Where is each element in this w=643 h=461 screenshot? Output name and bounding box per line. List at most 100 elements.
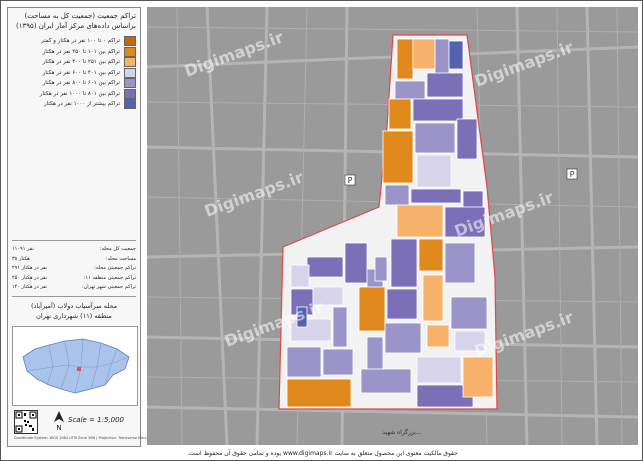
parcel	[396, 38, 414, 80]
stat-row: ۱۱۰۹۱ نفر جمعیت کل محله:	[12, 246, 136, 256]
legend-label: تراکم بین ۱۰۱ تا ۲۵۰ نفر در هکتار	[42, 48, 120, 55]
legend-swatch	[124, 57, 136, 68]
density-legend: تراکم ۰ تا ۱۰۰ نفر در هکتار و کمتر تراکم …	[12, 36, 136, 110]
stat-value: ۱۱۰۹۱ نفر	[12, 246, 34, 252]
legend-label: تراکم بین ۶۰۱ تا ۸۰۰ نفر در هکتار	[42, 80, 120, 87]
parcel	[426, 324, 450, 348]
stat-value: ۱۴۰ نفر در هکتار	[12, 284, 48, 290]
parcel	[416, 154, 452, 188]
divider	[12, 296, 136, 297]
legend-item: تراکم بین ۱۰۱ تا ۲۵۰ نفر در هکتار	[12, 46, 136, 58]
parcel	[286, 378, 352, 408]
watermark-text: Digimaps.ir	[182, 27, 286, 80]
legend-swatch	[124, 36, 136, 47]
parcel	[462, 356, 494, 398]
parcel	[358, 286, 386, 332]
legend-label: تراکم بین ۴۰۱ تا ۶۰۰ نفر در هکتار	[42, 69, 120, 76]
parcel	[290, 264, 310, 288]
legend-item: تراکم بین ۲۵۱ تا ۴۰۰ نفر در هکتار	[12, 57, 136, 68]
scale-text: Scale = 1:5,000	[68, 416, 124, 424]
north-label: N	[56, 424, 61, 432]
parcel	[412, 98, 464, 122]
qr-code-icon	[14, 410, 38, 434]
panel-title: تراکم جمعیت (جمعیت کل به مساحت) براساس د…	[12, 11, 136, 31]
parcel	[410, 188, 462, 204]
parcel	[394, 80, 426, 100]
legend-label: تراکم بین ۸۰۱ تا ۱۰۰۰ نفر در هکتار	[39, 90, 120, 97]
parcel	[286, 346, 322, 378]
legend-item: تراکم بین ۴۰۱ تا ۶۰۰ نفر در هکتار	[12, 67, 136, 79]
legend-swatch	[124, 67, 136, 78]
parcel	[412, 38, 436, 70]
location-marker	[77, 367, 81, 371]
parcel	[366, 336, 384, 372]
copyright-footer: حقوق مالکیت معنوی این محصول متعلق به سای…	[187, 450, 458, 457]
parcel	[306, 256, 344, 278]
parcel	[384, 322, 422, 354]
parcel	[418, 238, 444, 272]
legend-swatch	[124, 88, 136, 99]
parcel	[396, 204, 444, 238]
legend-label: تراکم بین ۲۵۱ تا ۴۰۰ نفر در هکتار	[42, 59, 120, 66]
parcel	[384, 184, 410, 206]
legend-label: تراکم بیشتر از ۱۰۰۰ نفر در هکتار	[43, 101, 120, 108]
map-canvas[interactable]: Digimaps.ir Digimaps.ir Digimaps.ir Digimap…	[147, 7, 638, 445]
stat-value: ۲۵۰ نفر در هکتار	[12, 274, 48, 281]
parking-label: P	[348, 176, 353, 185]
stat-row: ۱۴۰ نفر در هکتار تراکم جمعیتی شهر تهران:	[12, 284, 136, 294]
watermark-text: Digimaps.ir	[472, 37, 576, 90]
stat-row: ۲۵۰ نفر در هکتار تراکم جمعیتی منطقه ۱۱:	[12, 275, 136, 285]
parcel	[386, 288, 418, 320]
legend-swatch	[124, 78, 136, 89]
area-title-line1: محله سرآسیاب دولاب (آمیرآباد)	[30, 302, 118, 310]
parcel	[322, 348, 354, 376]
stat-label: تراکم جمعیتی شهر تهران:	[81, 284, 136, 290]
stat-label: جمعیت کل محله:	[99, 246, 136, 252]
panel-title-line1: تراکم جمعیت (جمعیت کل به مساحت)	[24, 12, 136, 20]
stats-table: ۱۱۰۹۱ نفر جمعیت کل محله: ۳۸ هکتار مساحت محل…	[12, 246, 136, 294]
stat-label: تراکم جمعیتی منطقه ۱۱:	[83, 274, 136, 281]
parcel	[422, 274, 444, 322]
scale-block: N Scale = 1:5,000 Coordinate System: WGS…	[12, 408, 154, 442]
parcel	[332, 306, 348, 348]
legend-item: تراکم بیشتر از ۱۰۰۰ نفر در هکتار	[12, 99, 136, 110]
parcel	[374, 256, 388, 282]
parcel	[360, 368, 412, 394]
stat-value: ۳۸ هکتار	[12, 255, 30, 262]
parcel	[416, 356, 462, 384]
parcel	[390, 238, 418, 288]
stat-row: ۲۹۱ نفر در هکتار تراکم جمعیتی محله:	[12, 265, 136, 275]
map-sheet: تراکم جمعیت (جمعیت کل به مساحت) براساس د…	[0, 0, 643, 461]
parcel	[414, 122, 456, 154]
panel-title-line2: براساس داده‌های مرکز آمار ایران (۱۳۹۵)	[16, 22, 136, 30]
legend-swatch	[124, 99, 136, 110]
parking-label: P	[570, 170, 575, 179]
parcel	[456, 118, 478, 160]
parcel	[448, 40, 464, 70]
divider	[12, 240, 136, 241]
street-label: بزرگراه شهید...	[382, 428, 421, 436]
area-title: محله سرآسیاب دولاب (آمیرآباد) منطقه (۱۱)…	[12, 301, 136, 321]
stat-row: ۳۸ هکتار مساحت محله:	[12, 256, 136, 266]
parcel	[450, 296, 488, 330]
legend-swatch	[124, 46, 136, 57]
parcel	[462, 190, 484, 210]
legend-label: تراکم ۰ تا ۱۰۰ نفر در هکتار و کمتر	[41, 38, 120, 45]
parcel	[344, 242, 368, 284]
parcel	[444, 242, 476, 284]
stat-label: تراکم جمعیتی محله:	[94, 265, 136, 271]
legend-item: تراکم ۰ تا ۱۰۰ نفر در هکتار و کمتر	[12, 36, 136, 47]
parcel	[426, 72, 464, 98]
parcel	[388, 98, 412, 130]
tehran-inset-map	[12, 326, 138, 406]
coordinate-note: Coordinate System: WGS 1984 UTM Zone 39N…	[14, 436, 154, 440]
parcel	[382, 130, 414, 184]
north-arrow-icon: N	[52, 410, 66, 432]
area-title-line2: منطقه (۱۱) شهرداری تهران	[36, 312, 112, 320]
stat-value: ۲۹۱ نفر در هکتار	[12, 265, 48, 271]
watermark-text: Digimaps.ir	[202, 167, 306, 220]
legend-item: تراکم بین ۶۰۱ تا ۸۰۰ نفر در هکتار	[12, 78, 136, 89]
legend-panel: تراکم جمعیت (جمعیت کل به مساحت) براساس د…	[7, 7, 154, 447]
stat-label: مساحت محله:	[105, 255, 136, 262]
parcel	[434, 38, 450, 78]
